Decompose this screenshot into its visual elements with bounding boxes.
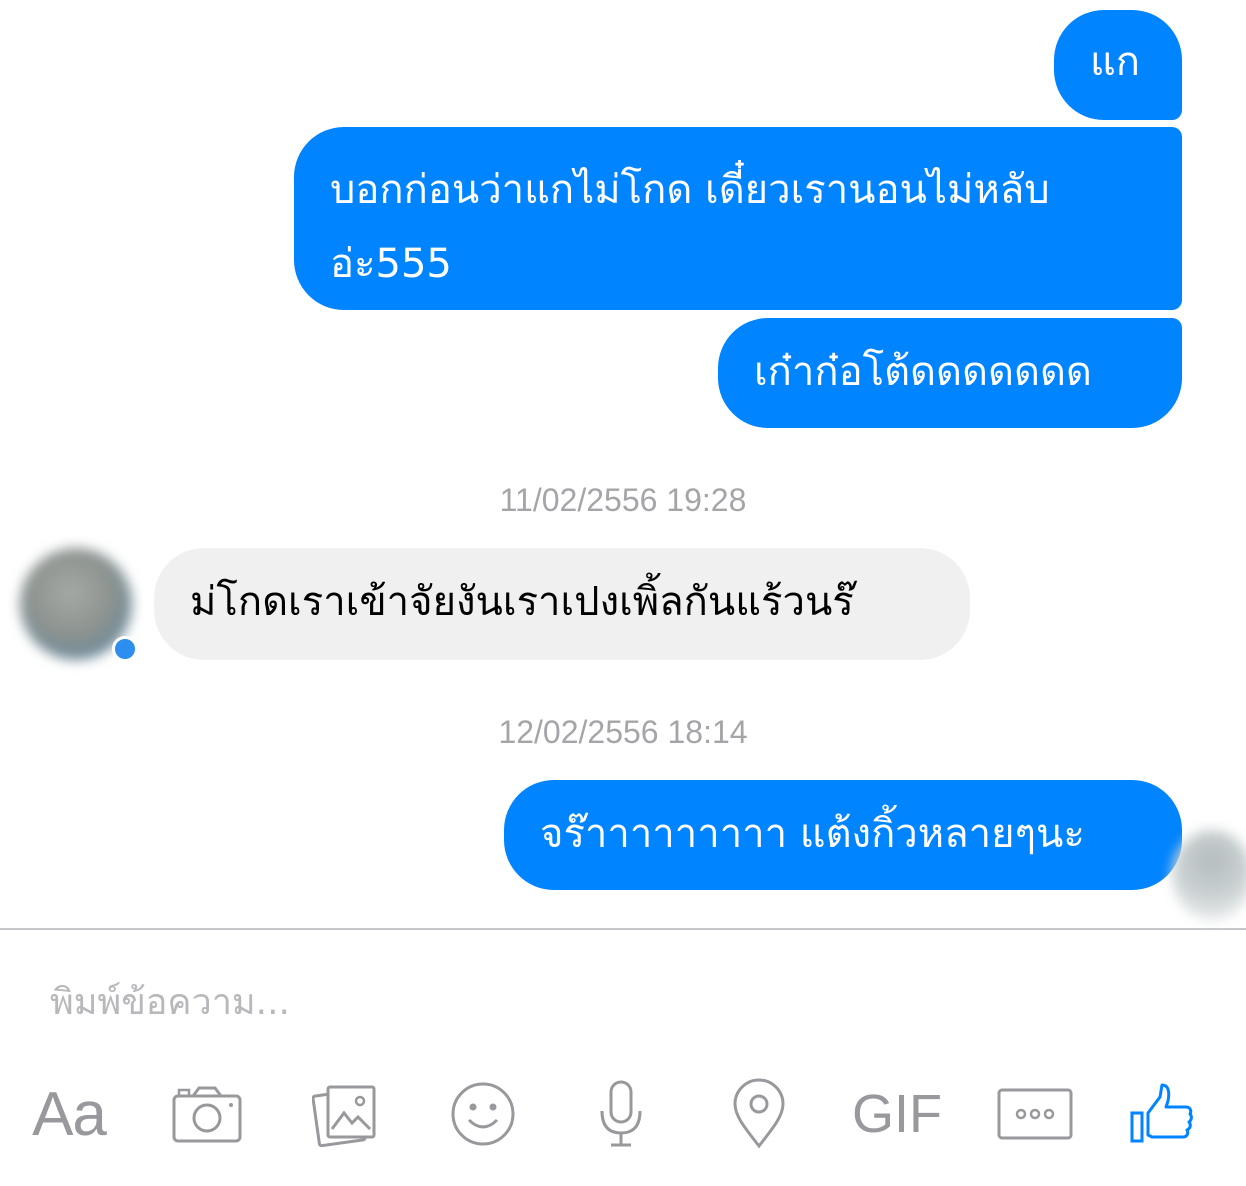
message-bubble-outgoing[interactable]: จร๊าาาาาาาาา แต้งกิ้วหลายๆนะ [504,780,1182,890]
message-text: ม่โกดเราเข้าจัยงันเราเปงเพิ้ลกันแร้วนร๊ [190,579,854,625]
gif-icon: GIF [852,1084,942,1144]
microphone-icon [600,1080,642,1147]
message-text: เก๋าก๋อโต้ดดดดดดด [754,349,1092,395]
photo-gallery-icon [312,1085,376,1147]
message-timestamp: 12/02/2556 18:14 [498,714,748,750]
microphone-button[interactable] [576,1072,666,1156]
message-text-line: อ่ะ555 [330,241,452,287]
location-pin-icon [733,1078,785,1149]
message-timestamp: 11/02/2556 19:28 [499,482,747,518]
text-format-button[interactable]: Aa [24,1072,114,1156]
text-format-icon: Aa [32,1079,107,1149]
message-input[interactable] [50,972,1200,1032]
like-button[interactable] [1116,1072,1206,1156]
location-button[interactable] [714,1072,804,1156]
gif-button[interactable]: GIF [852,1072,942,1156]
composer-divider [0,928,1246,930]
more-icon [997,1088,1073,1140]
seen-indicator-icon [112,636,138,662]
message-bubble-outgoing[interactable]: แก [1054,10,1182,120]
message-text: จร๊าาาาาาาาา แต้งกิ้วหลายๆนะ [540,811,1085,857]
message-text-line: บอกก่อนว่าแกไม่โกด เดี๋ยวเรานอนไม่หลับ [330,167,1050,213]
message-bubble-incoming[interactable]: ม่โกดเราเข้าจัยงันเราเปงเพิ้ลกันแร้วนร๊ [154,548,970,660]
camera-button[interactable] [162,1072,252,1156]
message-bubble-outgoing[interactable]: เก๋าก๋อโต้ดดดดดดด [718,318,1182,428]
message-bubble-outgoing[interactable]: บอกก่อนว่าแกไม่โกด เดี๋ยวเรานอนไม่หลับ อ… [294,127,1182,310]
message-text: แก [1090,39,1140,85]
seen-avatar [1172,830,1246,920]
more-button[interactable] [990,1072,1080,1156]
emoji-button[interactable] [438,1072,528,1156]
camera-icon [172,1086,242,1143]
photo-gallery-button[interactable] [300,1072,390,1156]
thumbs-up-icon [1130,1083,1193,1143]
emoji-icon [451,1082,515,1146]
